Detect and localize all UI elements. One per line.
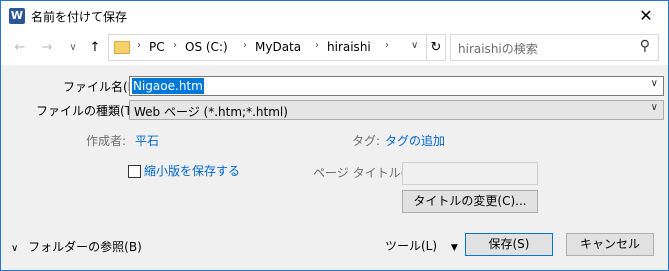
breadcrumb-separator: ›: [243, 40, 247, 51]
close-button[interactable]: ✕: [624, 1, 668, 31]
dropdown-arrow-icon: ▼: [450, 243, 458, 253]
forward-button[interactable]: →: [38, 39, 56, 57]
dialog-footer: ∨ フォルダーの参照(B) ツール(L) ▼ 保存(S) キャンセル: [1, 223, 668, 270]
close-icon: ✕: [639, 6, 653, 25]
browse-folders-toggle[interactable]: ∨ フォルダーの参照(B): [11, 238, 142, 255]
filetype-label: ファイルの種類(T):: [36, 104, 141, 118]
back-button[interactable]: ←: [11, 39, 29, 57]
back-arrow-icon: ←: [14, 40, 26, 55]
save-as-dialog: W 名前を付けて保存 ✕ ← → ∨ ↑ › PC › OS (C:) › My…: [0, 0, 669, 271]
tags-label: タグ:: [352, 134, 381, 148]
up-arrow-icon: ↑: [89, 40, 101, 55]
breadcrumb-separator: ›: [315, 40, 319, 51]
breadcrumb-os-c[interactable]: OS (C:): [185, 40, 228, 54]
filename-input[interactable]: Nigaoe.htm ∨: [129, 76, 664, 96]
breadcrumb-separator: ›: [385, 40, 389, 51]
filename-value: Nigaoe.htm: [132, 78, 204, 94]
chevron-down-icon: ∨: [69, 42, 77, 53]
save-button[interactable]: 保存(S): [465, 233, 553, 256]
breadcrumb-mydata[interactable]: MyData: [255, 40, 301, 54]
refresh-button[interactable]: ↻: [426, 35, 445, 60]
folder-icon: [114, 41, 130, 54]
address-bar[interactable]: › PC › OS (C:) › MyData › hiraishi › ∨ ↻: [108, 34, 446, 61]
chevron-down-icon[interactable]: ∨: [651, 78, 658, 89]
tools-label: ツール(L): [385, 239, 438, 253]
author-value[interactable]: 平石: [135, 132, 159, 149]
browse-folders-label: フォルダーの参照(B): [28, 240, 142, 254]
tags-value[interactable]: タグの追加: [385, 132, 445, 149]
title-bar: W 名前を付けて保存 ✕: [1, 1, 668, 31]
window-title: 名前を付けて保存: [31, 10, 128, 24]
chevron-down-icon: ∨: [11, 243, 19, 254]
search-placeholder: hiraishiの検索: [458, 42, 538, 56]
navigation-bar: ← → ∨ ↑ › PC › OS (C:) › MyData › hirais…: [1, 31, 668, 65]
up-button[interactable]: ↑: [86, 39, 104, 57]
cancel-button[interactable]: キャンセル: [566, 233, 654, 256]
chevron-down-icon: ∨: [650, 102, 658, 113]
word-app-icon: W: [9, 8, 25, 24]
forward-arrow-icon: →: [41, 40, 53, 55]
search-icon[interactable]: ⚲: [640, 38, 650, 54]
breadcrumb-pc[interactable]: PC: [149, 40, 165, 54]
recent-locations-button[interactable]: ∨: [64, 39, 82, 57]
refresh-icon: ↻: [430, 40, 442, 55]
address-dropdown-icon[interactable]: ∨: [411, 40, 418, 51]
breadcrumb-separator: ›: [173, 40, 177, 51]
author-label: 作成者:: [86, 134, 127, 148]
change-title-button[interactable]: タイトルの変更(C)...: [402, 190, 538, 213]
breadcrumb-separator: ›: [137, 40, 141, 51]
filetype-value: Web ページ (*.htm;*.html): [134, 105, 288, 119]
breadcrumb-hiraishi[interactable]: hiraishi: [327, 40, 371, 54]
search-box[interactable]: hiraishiの検索 ⚲: [450, 34, 659, 61]
save-thumbnail-label[interactable]: 縮小版を保存する: [144, 162, 240, 179]
filetype-select[interactable]: Web ページ (*.htm;*.html) ∨: [129, 100, 664, 120]
tools-menu-button[interactable]: ツール(L) ▼: [385, 237, 458, 254]
page-title-field[interactable]: [402, 162, 538, 185]
save-thumbnail-checkbox[interactable]: [128, 165, 141, 178]
